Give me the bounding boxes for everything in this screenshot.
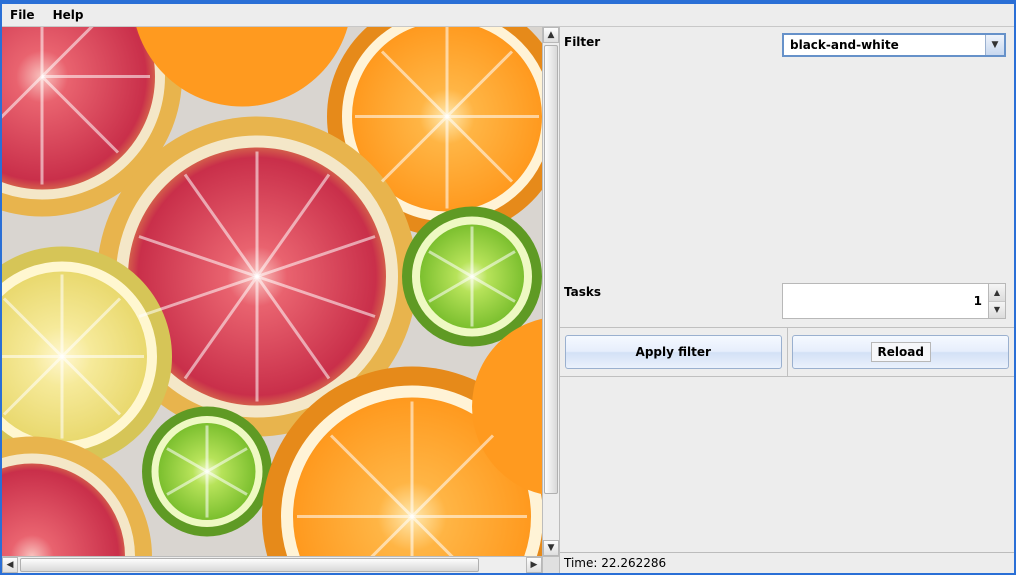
scroll-down-icon[interactable]: ▼ bbox=[543, 540, 559, 556]
citrus-image bbox=[2, 27, 542, 556]
vscroll-track[interactable] bbox=[543, 43, 559, 540]
apply-filter-label: Apply filter bbox=[630, 343, 717, 361]
buttons-row: Apply filter Reload bbox=[560, 327, 1014, 377]
controls-area: Filter black-and-white ▼ Tasks 1 bbox=[560, 27, 1014, 552]
horizontal-scrollbar[interactable]: ◀ ▶ bbox=[2, 556, 559, 573]
chevron-down-icon[interactable]: ▼ bbox=[985, 35, 1004, 55]
image-zone: ▲ ▼ bbox=[2, 27, 559, 556]
spacer bbox=[560, 77, 1014, 277]
main-body: ▲ ▼ ◀ ▶ Filter bbox=[2, 27, 1014, 573]
scroll-up-icon[interactable]: ▲ bbox=[543, 27, 559, 43]
filter-row: Filter black-and-white ▼ bbox=[560, 27, 1014, 77]
menubar: File Help bbox=[2, 4, 1014, 27]
tasks-row: Tasks 1 ▲ ▼ bbox=[560, 277, 1014, 327]
scroll-corner bbox=[542, 557, 559, 573]
image-viewport[interactable] bbox=[2, 27, 542, 556]
image-panel: ▲ ▼ ◀ ▶ bbox=[2, 27, 560, 573]
reload-label: Reload bbox=[871, 342, 931, 362]
tasks-spin-buttons: ▲ ▼ bbox=[988, 284, 1005, 318]
statusbar: Time: 22.262286 bbox=[560, 552, 1014, 573]
tasks-decrement-icon[interactable]: ▼ bbox=[989, 302, 1005, 319]
tasks-label: Tasks bbox=[560, 277, 782, 327]
controls-panel: Filter black-and-white ▼ Tasks 1 bbox=[560, 27, 1014, 573]
tasks-increment-icon[interactable]: ▲ bbox=[989, 284, 1005, 302]
hscroll-track[interactable] bbox=[18, 557, 526, 573]
scroll-left-icon[interactable]: ◀ bbox=[2, 557, 18, 573]
status-time-value: 22.262286 bbox=[601, 556, 666, 570]
vscroll-thumb[interactable] bbox=[544, 45, 558, 494]
hscroll-thumb[interactable] bbox=[20, 558, 479, 572]
scroll-right-icon[interactable]: ▶ bbox=[526, 557, 542, 573]
app-window: File Help bbox=[0, 0, 1016, 575]
filter-label: Filter bbox=[560, 27, 782, 77]
filter-select-value: black-and-white bbox=[784, 35, 985, 55]
tasks-value[interactable]: 1 bbox=[783, 284, 988, 318]
reload-button[interactable]: Reload bbox=[792, 335, 1009, 369]
tasks-spinner[interactable]: 1 ▲ ▼ bbox=[782, 283, 1006, 319]
vertical-scrollbar[interactable]: ▲ ▼ bbox=[542, 27, 559, 556]
menu-help[interactable]: Help bbox=[51, 6, 86, 24]
apply-filter-button[interactable]: Apply filter bbox=[565, 335, 782, 369]
filter-select[interactable]: black-and-white ▼ bbox=[782, 33, 1006, 57]
status-time-label: Time: bbox=[564, 556, 597, 570]
menu-file[interactable]: File bbox=[8, 6, 37, 24]
status-text: Time: 22.262286 bbox=[564, 556, 666, 570]
